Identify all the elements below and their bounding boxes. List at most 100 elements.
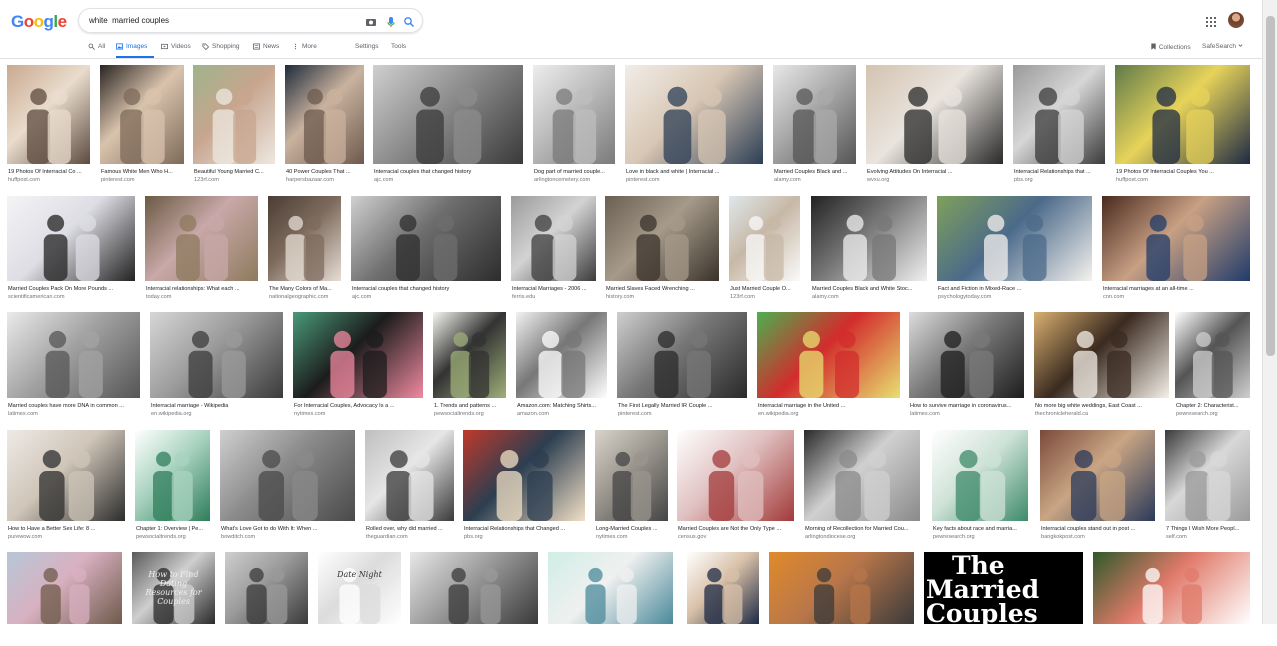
result-thumbnail[interactable] <box>7 552 122 624</box>
image-result[interactable]: Chapter 2: Characterist... pewresearch.or… <box>1175 312 1250 420</box>
result-title[interactable]: Interracial relationships: What each ... <box>146 285 259 293</box>
result-title[interactable]: Famous White Men Who H... <box>101 168 185 176</box>
image-result[interactable]: The First Legally Married IR Couple ... p… <box>617 312 747 420</box>
result-thumbnail[interactable] <box>135 430 210 521</box>
result-thumbnail[interactable] <box>769 552 914 624</box>
tab-videos[interactable]: Videos <box>161 43 191 50</box>
result-title[interactable]: Love in black and white | Interracial ..… <box>626 168 764 176</box>
result-thumbnail[interactable] <box>932 430 1028 521</box>
image-result[interactable]: Amazon.com: Matching Shirts... amazon.com <box>516 312 607 420</box>
result-thumbnail[interactable] <box>410 552 538 624</box>
image-result[interactable]: Chapter 1: Overview | Pe... pewsocialtren… <box>135 430 210 543</box>
result-thumbnail[interactable] <box>193 65 275 164</box>
result-title[interactable]: For Interracial Couples, Advocacy Is a .… <box>294 402 424 410</box>
image-result[interactable]: Married Couples Black and ... alamy.com <box>773 65 856 186</box>
result-title[interactable]: Interracial marriage - Wikipedia <box>151 402 284 410</box>
result-thumbnail[interactable] <box>7 196 135 281</box>
image-result[interactable]: Interracial relationships: What each ...… <box>145 196 258 303</box>
image-result[interactable]: Fact and Fiction in Mixed-Race ... psycho… <box>937 196 1092 303</box>
tab-shopping[interactable]: Shopping <box>202 43 239 50</box>
image-result[interactable]: Married Couples Pack On More Pounds ... s… <box>7 196 135 303</box>
result-thumbnail[interactable] <box>687 552 759 624</box>
result-thumbnail[interactable]: The Married Couples <box>924 552 1083 624</box>
result-thumbnail[interactable] <box>909 312 1024 398</box>
result-title[interactable]: How to Have a Better Sex Life: 8 ... <box>8 525 126 533</box>
image-result[interactable]: 40 Power Couples That ... harpersbazaar.c… <box>285 65 364 186</box>
image-result[interactable]: 19 Photos Of Interracial Couples You ...… <box>1115 65 1250 186</box>
result-title[interactable]: Married couples have more DNA in common … <box>8 402 141 410</box>
image-result[interactable] <box>769 552 914 646</box>
result-title[interactable]: Amazon.com: Matching Shirts... <box>517 402 608 410</box>
result-thumbnail[interactable] <box>365 430 454 521</box>
image-result[interactable]: Long-Married Couples ... nytimes.com <box>595 430 668 543</box>
image-result[interactable]: Interracial marriages at an all-time ...… <box>1102 196 1250 303</box>
result-thumbnail[interactable] <box>729 196 800 281</box>
result-thumbnail[interactable] <box>811 196 927 281</box>
microphone-icon[interactable] <box>385 15 397 27</box>
image-result[interactable]: Interracial marriage - Wikipedia en.wikip… <box>150 312 283 420</box>
result-title[interactable]: No more big white weddings, East Coast .… <box>1035 402 1170 410</box>
result-title[interactable]: Interracial couples that changed history <box>352 285 502 293</box>
result-title[interactable]: Interracial couples that changed history <box>374 168 524 176</box>
image-result[interactable]: Married Couples Black and White Stoc... a… <box>811 196 927 303</box>
result-title[interactable]: Key facts about race and marria... <box>933 525 1029 533</box>
image-result[interactable]: Married couples have more DNA in common … <box>7 312 140 420</box>
result-title[interactable]: The First Legally Married IR Couple ... <box>618 402 748 410</box>
result-title[interactable]: Interracial couples stand out in post ..… <box>1041 525 1156 533</box>
safesearch-toggle[interactable]: SafeSearch <box>1202 43 1243 50</box>
result-thumbnail[interactable] <box>100 65 184 164</box>
result-title[interactable]: 1. Trends and patterns ... <box>434 402 507 410</box>
image-result[interactable]: Interracial couples that changed history… <box>373 65 523 186</box>
collections-link[interactable]: Collections <box>1150 43 1191 51</box>
search-icon[interactable] <box>403 15 415 28</box>
image-result[interactable]: The Many Colors of Ma... nationalgeograph… <box>268 196 341 303</box>
result-thumbnail[interactable] <box>625 65 763 164</box>
result-title[interactable]: Chapter 1: Overview | Pe... <box>136 525 211 533</box>
image-result[interactable]: 19 Photos Of Interracial Co ... huffpost.… <box>7 65 90 186</box>
account-avatar[interactable] <box>1228 12 1244 28</box>
result-title[interactable]: Rolled over, why did married ... <box>366 525 455 533</box>
result-thumbnail[interactable] <box>150 312 283 398</box>
image-result[interactable]: Dog part of married couple... arlingtonce… <box>533 65 615 186</box>
result-title[interactable]: Married Slaves Faced Wrenching ... <box>606 285 720 293</box>
result-title[interactable]: Interracial marriage in the United ... <box>758 402 901 410</box>
image-result[interactable]: How to Have a Better Sex Life: 8 ... pure… <box>7 430 125 543</box>
image-result[interactable]: Married Slaves Faced Wrenching ... histor… <box>605 196 719 303</box>
result-thumbnail[interactable] <box>1040 430 1155 521</box>
result-title[interactable]: 7 Things I Wish More Peopl... <box>1166 525 1251 533</box>
apps-grid-icon[interactable] <box>1206 14 1216 27</box>
image-result[interactable]: Rolled over, why did married ... theguard… <box>365 430 454 543</box>
result-thumbnail[interactable] <box>1034 312 1169 398</box>
result-title[interactable]: Interracial Marriages - 2006 ... <box>512 285 597 293</box>
image-result[interactable]: Married Couples are Not the Only Type ..… <box>677 430 794 543</box>
image-result[interactable]: Evolving Attitudes On Interracial ... wvx… <box>866 65 1003 186</box>
image-result[interactable] <box>548 552 673 646</box>
result-thumbnail[interactable] <box>1115 65 1250 164</box>
result-thumbnail[interactable] <box>220 430 355 521</box>
result-title[interactable]: Interracial Relationships that Changed .… <box>464 525 586 533</box>
result-title[interactable]: 40 Power Couples That ... <box>286 168 365 176</box>
image-result[interactable]: Morning of Recollection for Married Cou.… <box>804 430 920 543</box>
result-thumbnail[interactable] <box>866 65 1003 164</box>
result-title[interactable]: The Many Colors of Ma... <box>269 285 342 293</box>
result-title[interactable]: Chapter 2: Characterist... <box>1176 402 1251 410</box>
result-title[interactable]: Married Couples Pack On More Pounds ... <box>8 285 136 293</box>
result-title[interactable]: Dog part of married couple... <box>534 168 616 176</box>
result-title[interactable]: Interracial marriages at an all-time ... <box>1103 285 1251 293</box>
image-result[interactable]: 7 Things I Wish More Peopl... self.com <box>1165 430 1250 543</box>
image-result[interactable]: Just Married Couple O... 123rf.com <box>729 196 800 303</box>
image-result[interactable]: Beautiful Young Married C... 123rf.com <box>193 65 275 186</box>
result-thumbnail[interactable]: Date Night <box>318 552 401 624</box>
scrollbar-thumb[interactable] <box>1266 16 1275 356</box>
image-result[interactable]: The Married Couples <box>924 552 1083 646</box>
image-result[interactable]: Interracial marriage in the United ... en… <box>757 312 900 420</box>
image-result[interactable]: Interracial couples stand out in post ..… <box>1040 430 1155 543</box>
result-thumbnail[interactable] <box>373 65 523 164</box>
tab-images[interactable]: Images <box>116 43 147 50</box>
result-thumbnail[interactable] <box>463 430 585 521</box>
image-result[interactable] <box>225 552 308 646</box>
result-title[interactable]: Interracial Relationships that ... <box>1014 168 1106 176</box>
result-thumbnail[interactable] <box>533 65 615 164</box>
result-title[interactable]: Morning of Recollection for Married Cou.… <box>805 525 921 533</box>
result-thumbnail[interactable] <box>937 196 1092 281</box>
